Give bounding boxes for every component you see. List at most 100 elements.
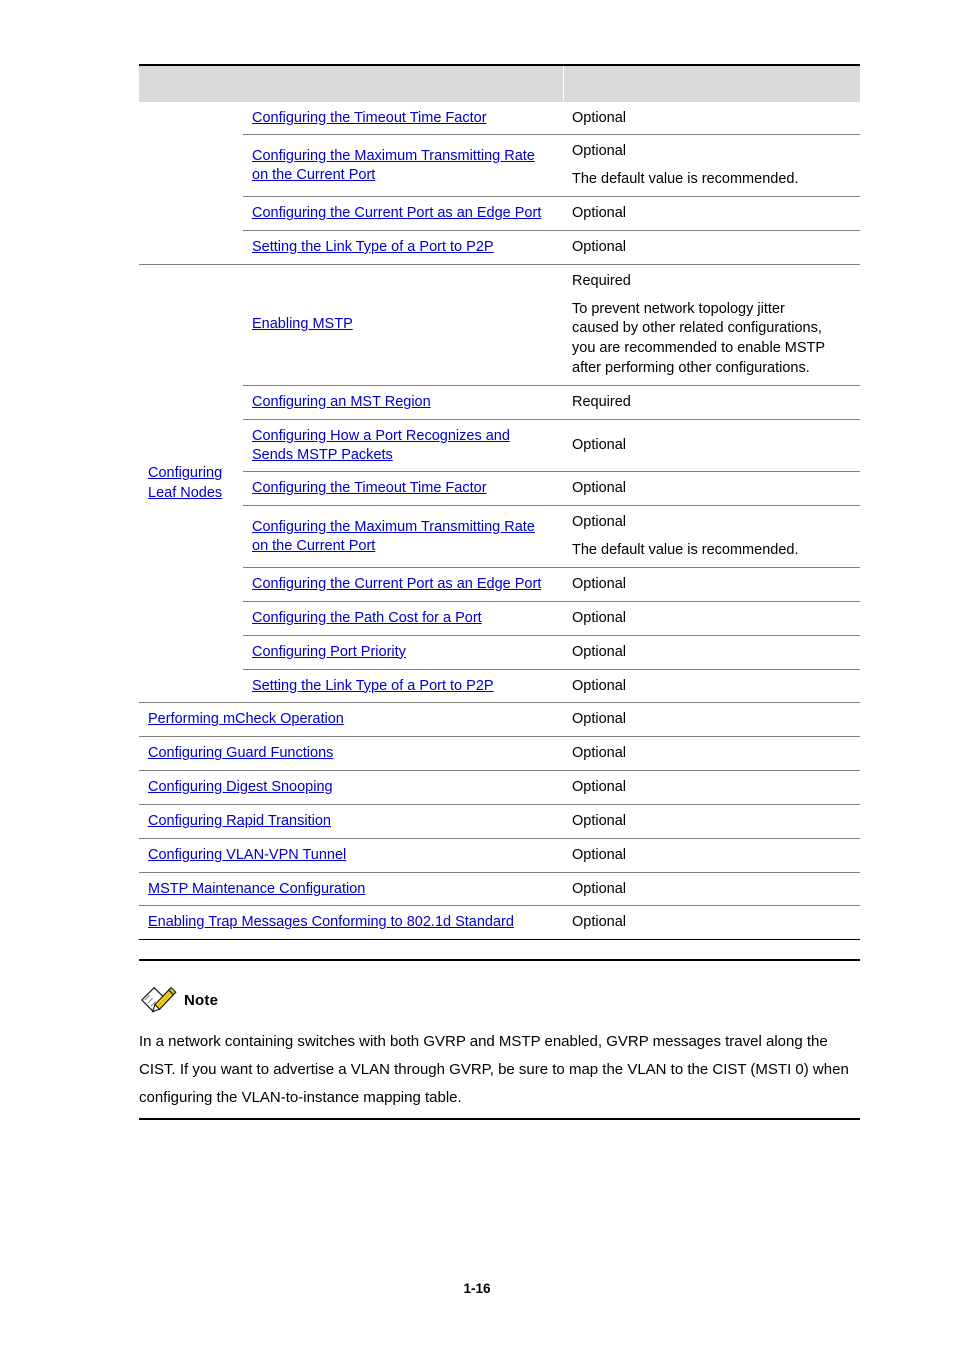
requirement-note-line: you are recommended to enable MSTP [572, 340, 826, 357]
group-link-line1[interactable]: Configuring [148, 464, 235, 483]
task-cell: MSTP Maintenance Configuration [139, 872, 563, 907]
requirement-text: Optional [572, 745, 627, 762]
table-row: Setting the Link Type of a Port to P2P O… [139, 669, 860, 704]
task-link[interactable]: Setting the Link Type of a Port to P2P [252, 239, 494, 255]
requirement-cell: Optional [563, 770, 860, 805]
task-cell: Configuring the Current Port as an Edge … [243, 196, 563, 231]
requirement-text: Optional [572, 779, 627, 796]
group-label-cell-continued [139, 101, 243, 265]
requirement-text: Optional [572, 437, 627, 454]
requirement-cell: Optional [563, 635, 860, 670]
note-top-rule [139, 959, 860, 961]
requirement-text: Optional [572, 109, 627, 126]
requirement-text: Optional [572, 514, 627, 531]
note-header: Note [139, 983, 218, 1017]
task-cell: Configuring the Maximum Transmitting Rat… [243, 134, 563, 198]
requirement-cell: Optional The default value is recommende… [563, 505, 860, 568]
requirement-text: Optional [572, 609, 627, 626]
requirement-note-line: caused by other related configurations, [572, 320, 822, 337]
requirement-text: Optional [572, 812, 627, 829]
requirement-cell: Optional The default value is recommende… [563, 134, 860, 198]
task-link[interactable]: Configuring the Timeout Time Factor [252, 480, 487, 496]
requirement-text: Optional [572, 576, 627, 592]
task-link[interactable]: Configuring the Maximum Transmitting Rat… [252, 519, 535, 554]
table-row: Configuring the Timeout Time Factor Opti… [139, 471, 860, 507]
table-row: Configuring VLAN-VPN Tunnel Optional [139, 838, 860, 873]
requirement-cell: Optional [563, 230, 860, 265]
table-row: Setting the Link Type of a Port to P2P O… [139, 230, 860, 265]
requirement-note: To prevent network topology jitter cause… [572, 300, 852, 378]
requirement-text: Optional [572, 677, 627, 694]
task-link[interactable]: Configuring the Current Port as an Edge … [252, 205, 541, 221]
task-link[interactable]: Performing mCheck Operation [148, 711, 344, 727]
task-link[interactable]: Setting the Link Type of a Port to P2P [252, 678, 494, 694]
requirement-cell: Optional [563, 419, 860, 473]
requirement-note: The default value is recommended. [572, 171, 799, 188]
requirement-cell: Optional [563, 567, 860, 602]
task-link[interactable]: Configuring an MST Region [252, 394, 431, 410]
requirement-text: Optional [572, 143, 627, 160]
requirement-text: Optional [572, 914, 627, 931]
header-cell-description [563, 64, 860, 102]
requirement-cell: Optional [563, 736, 860, 772]
requirement-cell: Optional [563, 601, 860, 636]
table-row: Configuring the Current Port as an Edge … [139, 567, 860, 602]
group-label-cell-leaf-nodes: Configuring Leaf Nodes [139, 264, 243, 704]
task-link[interactable]: Configuring Port Priority [252, 644, 406, 660]
requirement-text: Optional [572, 238, 627, 255]
note-body-text: In a network containing switches with bo… [139, 1033, 849, 1106]
note-bottom-rule [139, 1118, 860, 1120]
table-row: Configuring Port Priority Optional [139, 635, 860, 670]
requirement-cell: Optional [563, 702, 860, 738]
requirement-note-line: To prevent network topology jitter [572, 300, 785, 317]
requirement-note-line: after performing other configurations. [572, 360, 810, 377]
task-cell: Configuring How a Port Recognizes and Se… [243, 419, 563, 473]
task-link[interactable]: Configuring Rapid Transition [148, 813, 331, 829]
task-link[interactable]: Configuring How a Port Recognizes and Se… [252, 428, 510, 463]
task-link[interactable]: Configuring the Maximum Transmitting Rat… [252, 148, 535, 183]
task-link[interactable]: Configuring the Timeout Time Factor [252, 110, 487, 126]
task-link[interactable]: MSTP Maintenance Configuration [148, 881, 365, 897]
requirement-note: The default value is recommended. [572, 542, 799, 559]
document-page: Configuring the Timeout Time Factor Opti… [0, 0, 954, 1350]
requirement-cell: Required To prevent network topology jit… [563, 264, 860, 386]
task-link[interactable]: Enabling MSTP [252, 316, 353, 332]
requirement-text: Optional [572, 846, 627, 863]
table-row: Performing mCheck Operation Optional [139, 702, 860, 738]
task-cell: Setting the Link Type of a Port to P2P [243, 669, 563, 704]
requirement-cell: Optional [563, 804, 860, 839]
note-pencil-icon [140, 986, 177, 1013]
requirement-text: Required [572, 393, 631, 410]
note-label: Note [184, 991, 219, 1009]
table-row: Configuring an MST Region Required [139, 385, 860, 420]
task-cell: Configuring the Current Port as an Edge … [243, 567, 563, 602]
task-cell: Configuring Port Priority [243, 635, 563, 670]
task-cell: Performing mCheck Operation [139, 702, 563, 738]
requirement-text: Optional [572, 480, 627, 497]
task-link[interactable]: Configuring VLAN-VPN Tunnel [148, 847, 346, 863]
table-row: Configuring the Current Port as an Edge … [139, 196, 860, 231]
table-row: Configuring the Path Cost for a Port Opt… [139, 601, 860, 636]
table-row: Configuring Leaf Nodes Enabling MSTP Req… [139, 264, 860, 704]
task-cell: Configuring an MST Region [243, 385, 563, 420]
task-link[interactable]: Configuring the Current Port as an Edge … [252, 576, 541, 592]
table-row: Configuring the Maximum Transmitting Rat… [139, 134, 860, 198]
table-row: Configuring the Timeout Time Factor Opti… [139, 101, 860, 265]
task-link[interactable]: Configuring Guard Functions [148, 745, 333, 761]
requirement-cell: Optional [563, 101, 860, 136]
header-cell-task [139, 64, 564, 102]
requirement-cell: Optional [563, 669, 860, 704]
requirement-text: Optional [572, 643, 627, 660]
table-row: Configuring Guard Functions Optional [139, 736, 860, 772]
requirement-text: Required [572, 272, 631, 289]
task-link[interactable]: Configuring Digest Snooping [148, 779, 333, 795]
task-link[interactable]: Configuring the Path Cost for a Port [252, 610, 482, 626]
task-link[interactable]: Enabling Trap Messages Conforming to 802… [148, 914, 514, 930]
task-cell: Configuring the Timeout Time Factor [243, 471, 563, 507]
configuration-task-table: Configuring the Timeout Time Factor Opti… [139, 64, 860, 941]
requirement-cell: Optional [563, 872, 860, 907]
table-row: Enabling Trap Messages Conforming to 802… [139, 905, 860, 941]
group-link-line2[interactable]: Leaf Nodes [148, 484, 235, 503]
task-cell: Configuring the Path Cost for a Port [243, 601, 563, 636]
task-cell: Configuring VLAN-VPN Tunnel [139, 838, 563, 873]
